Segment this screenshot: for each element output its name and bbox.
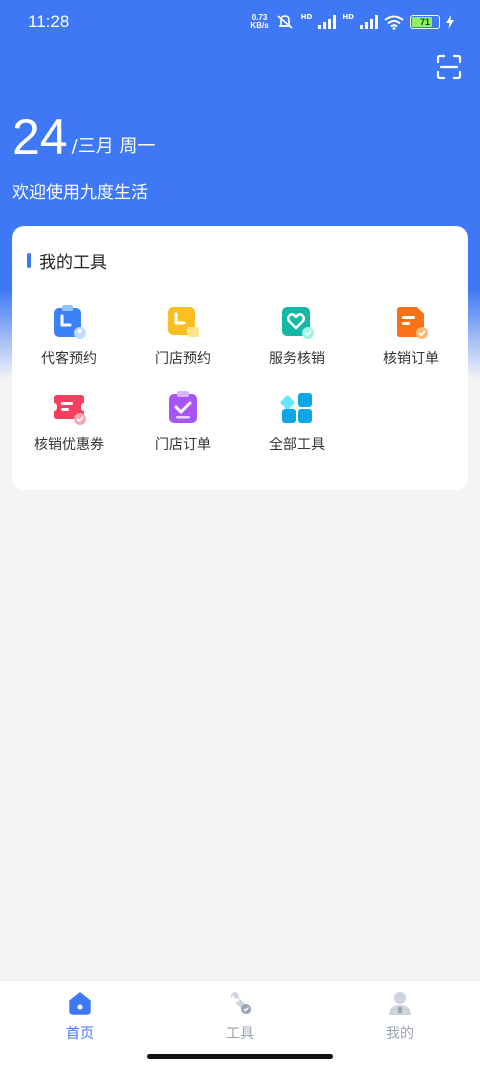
tool-all-tools[interactable]: 全部工具	[240, 390, 354, 454]
date-month-weekday: /三月 周一	[71, 136, 156, 157]
hd-label-1: HD	[300, 13, 313, 21]
tab-label: 工具	[226, 1026, 254, 1042]
title-accent-bar	[27, 253, 31, 268]
tool-label: 服务核销	[269, 351, 325, 367]
tool-label: 全部工具	[269, 437, 325, 453]
net-speed-unit: KB/s	[250, 21, 269, 30]
status-bar: 11:28 0.73 KB/s HD HD 71	[0, 0, 480, 44]
tab-home[interactable]: 首页	[0, 981, 160, 1067]
tools-title: 我的工具	[39, 253, 107, 273]
tools-grid: 代客预约 门店预约 服务核销 核销订单 核销优惠券 门店订单 全部工具	[12, 304, 468, 454]
tool-store-orders[interactable]: 门店订单	[126, 390, 240, 454]
date-day: 24	[12, 109, 68, 165]
grid-icon	[280, 393, 312, 423]
status-time: 11:28	[28, 12, 70, 31]
charging-icon	[446, 15, 454, 29]
tool-label: 核销订单	[383, 351, 439, 367]
tool-proxy-booking[interactable]: 代客预约	[12, 304, 126, 368]
scan-button[interactable]	[436, 54, 462, 80]
date-display: 24 /三月 周一	[12, 112, 155, 162]
home-indicator[interactable]	[147, 1054, 333, 1059]
clipboard-check-icon	[169, 391, 197, 423]
tab-label: 首页	[66, 1026, 94, 1042]
signal-icon-2	[360, 15, 378, 29]
store-booking-icon	[168, 307, 199, 337]
tab-label: 我的	[386, 1026, 414, 1042]
tool-verify-coupons[interactable]: 核销优惠券	[12, 390, 126, 454]
wifi-icon	[384, 15, 404, 30]
tools-card: 我的工具 代客预约 门店预约 服务核销 核销订单 核销优惠券 门店订单 全部工具	[12, 226, 468, 490]
tool-label: 核销优惠券	[34, 437, 104, 453]
tools-card-title: 我的工具	[27, 248, 107, 273]
tool-store-booking[interactable]: 门店预约	[126, 304, 240, 368]
home-icon	[69, 992, 91, 1015]
order-check-icon	[397, 307, 428, 339]
tool-service-verify[interactable]: 服务核销	[240, 304, 354, 368]
tool-label: 代客预约	[41, 351, 97, 367]
coupon-check-icon	[54, 395, 86, 425]
tool-label: 门店订单	[155, 437, 211, 453]
signal-icon	[318, 15, 337, 29]
heart-check-icon	[282, 307, 314, 339]
battery-level: 71	[419, 17, 430, 27]
mute-icon	[277, 15, 293, 29]
user-icon	[389, 992, 411, 1015]
scan-icon	[436, 54, 462, 80]
tab-mine[interactable]: 我的	[320, 981, 480, 1067]
battery-indicator: 71	[410, 15, 440, 29]
tool-label: 门店预约	[155, 351, 211, 367]
net-speed: 0.73 KB/s	[250, 14, 268, 30]
welcome-text: 欢迎使用九度生活	[12, 183, 148, 203]
tool-verify-orders[interactable]: 核销订单	[354, 304, 468, 368]
wrench-icon	[230, 992, 251, 1014]
hd-label-2: HD	[342, 13, 354, 21]
clipboard-clock-icon	[54, 305, 86, 339]
status-icons: 0.73 KB/s HD HD 71	[250, 13, 454, 30]
